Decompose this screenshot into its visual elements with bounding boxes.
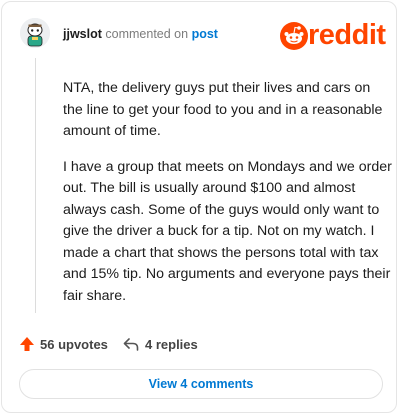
view-comments-button[interactable]: View 4 comments bbox=[19, 369, 383, 399]
replies-count: 4 replies bbox=[145, 336, 198, 352]
upvote-count: 56 upvotes bbox=[40, 336, 108, 352]
comment-body: NTA, the delivery guys put their lives a… bbox=[63, 78, 393, 321]
user-avatar[interactable] bbox=[20, 18, 50, 48]
upvote-button[interactable]: 56 upvotes bbox=[19, 334, 108, 354]
reddit-logo[interactable]: reddit bbox=[280, 19, 390, 53]
reply-arrow-icon bbox=[123, 338, 139, 351]
snoo-avatar-icon bbox=[20, 18, 50, 48]
replies-button[interactable]: 4 replies bbox=[123, 334, 198, 354]
thread-line bbox=[35, 58, 36, 313]
action-text: commented on bbox=[105, 27, 189, 41]
upvote-arrow-icon bbox=[20, 337, 34, 351]
comment-card: jjwslot commented on post reddit NTA, th… bbox=[1, 1, 397, 413]
comment-footer: 56 upvotes 4 replies bbox=[19, 334, 319, 354]
post-link[interactable]: post bbox=[192, 27, 218, 41]
comment-attribution: jjwslot commented on post bbox=[63, 27, 218, 41]
username-link[interactable]: jjwslot bbox=[63, 27, 102, 41]
comment-paragraph: NTA, the delivery guys put their lives a… bbox=[63, 80, 383, 139]
comment-header: jjwslot commented on post reddit bbox=[20, 16, 388, 52]
snoo-logo-icon bbox=[280, 22, 308, 50]
comment-paragraph: I have a group that meets on Mondays and… bbox=[63, 158, 392, 304]
reddit-wordmark: reddit bbox=[308, 19, 386, 51]
